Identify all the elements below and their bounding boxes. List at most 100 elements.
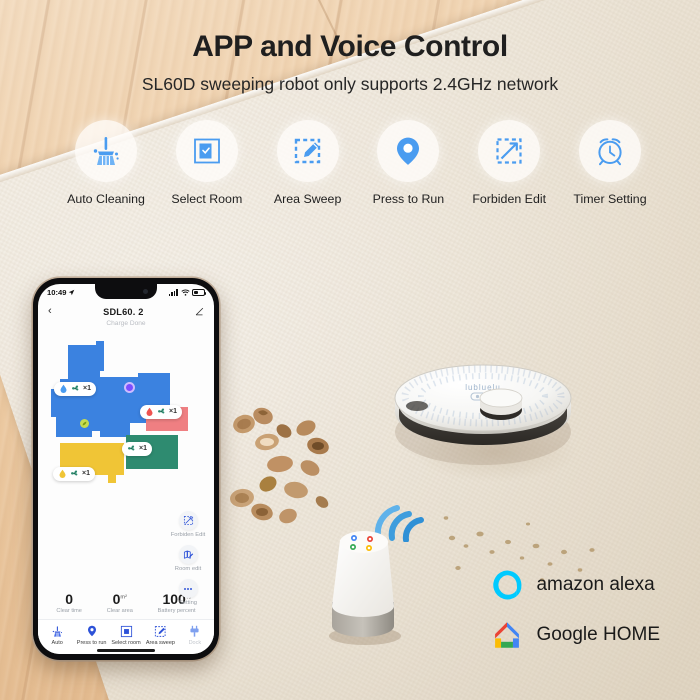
- feature-timer-setting[interactable]: Timer Setting: [562, 120, 658, 206]
- select-room-icon: [120, 625, 132, 637]
- nav-icon-wrap: [40, 624, 74, 639]
- page-title: APP and Voice Control: [192, 30, 508, 63]
- nav-item-dock[interactable]: Dock: [178, 624, 212, 646]
- charge-status: Charge Done: [106, 320, 146, 327]
- nav-label: Dock: [188, 640, 202, 646]
- select-room-icon: [193, 138, 220, 164]
- nav-label: Area sweep: [145, 640, 175, 646]
- map-tools: Forbiden Edit Room edit Setting: [168, 511, 208, 613]
- room-badge[interactable]: ×1: [122, 442, 152, 456]
- google-home-logo: [495, 622, 520, 648]
- room-badge[interactable]: ×1: [140, 405, 182, 419]
- stat-value: 0: [65, 590, 74, 607]
- app-header: ‹ SDL60. 2: [38, 301, 214, 317]
- badge-count: ×1: [139, 445, 147, 453]
- area-sweep-icon: [294, 138, 320, 164]
- more-dots-icon: [184, 587, 192, 590]
- pencil-icon[interactable]: [195, 307, 204, 316]
- room-edit-icon: [183, 550, 193, 559]
- fan-icon: [128, 445, 135, 451]
- wifi-icon: [180, 289, 190, 296]
- google-home-speaker: [329, 531, 401, 645]
- feature-icon-wrap: [276, 120, 339, 182]
- walnut-group: [230, 407, 329, 524]
- bottom-nav: Auto Press to run Select room Area sweep…: [38, 618, 214, 654]
- stat-clear-time: 0 Clear time: [56, 592, 82, 614]
- feature-auto-cleaning[interactable]: Auto Cleaning: [58, 120, 154, 206]
- feature-icon-wrap: [478, 120, 541, 182]
- tool-setting[interactable]: Setting: [168, 579, 208, 606]
- back-button[interactable]: ‹: [48, 306, 52, 317]
- robot-position-marker: [124, 382, 135, 393]
- nav-item-area-sweep[interactable]: Area sweep: [143, 624, 177, 646]
- water-drop-icon: [60, 385, 67, 394]
- water-drop-red-icon: [146, 408, 153, 417]
- forbidden-edit-icon: [183, 515, 193, 526]
- room-badge[interactable]: ×1: [54, 382, 96, 396]
- nav-icon-wrap: [143, 624, 177, 639]
- stat-value: 0m²: [112, 590, 127, 607]
- forbidden-edit-icon: [496, 138, 522, 164]
- signal-icon: [168, 289, 178, 296]
- location-arrow-icon: [69, 289, 75, 296]
- page-subtitle: SL60D sweeping robot only supports 2.4GH…: [141, 74, 559, 94]
- device-name: SDL60. 2: [103, 306, 144, 317]
- feature-icon-wrap: [377, 120, 440, 182]
- stat-label: Clear time: [56, 607, 82, 614]
- phone-mockup: 10:49 ‹ SDL60. 2 Charge Done ×1 ×1 ×1 ×1…: [33, 278, 219, 660]
- leaf-icon: [82, 421, 87, 426]
- stat-label: Clear area: [106, 607, 133, 614]
- dock-marker: [80, 419, 89, 428]
- nav-item-auto[interactable]: Auto: [40, 624, 74, 646]
- feature-forbiden-edit[interactable]: Forbiden Edit: [461, 120, 557, 206]
- home-indicator: [97, 648, 155, 652]
- voice-assistant-brands: amazon alexa Google HOME: [490, 568, 660, 652]
- nav-label: Select room: [111, 640, 141, 646]
- nav-icon-wrap: [74, 624, 108, 639]
- badge-count: ×1: [83, 385, 91, 393]
- scattered-walnuts: [230, 407, 329, 524]
- feature-select-room[interactable]: Select Room: [159, 120, 255, 206]
- brand-label: amazon alexa: [536, 574, 655, 595]
- nav-label: Press to run: [76, 640, 107, 646]
- area-sweep-icon: [154, 625, 166, 637]
- tool-label: Setting: [178, 600, 198, 606]
- feature-label: Area Sweep: [273, 192, 342, 206]
- feature-icon-wrap: [578, 120, 641, 182]
- feature-label: Select Room: [171, 192, 243, 206]
- badge-count: ×1: [82, 470, 90, 478]
- feature-label: Auto Cleaning: [67, 192, 145, 206]
- battery-icon: [192, 289, 207, 296]
- nav-icon-wrap: [178, 624, 212, 639]
- tool-room-edit[interactable]: Room edit: [168, 545, 208, 572]
- phone-screen: 10:49 ‹ SDL60. 2 Charge Done ×1 ×1 ×1 ×1…: [38, 284, 214, 654]
- location-pin-icon: [87, 625, 96, 637]
- front-camera-icon: [143, 289, 148, 294]
- feature-press-to-run[interactable]: Press to Run: [360, 120, 456, 206]
- feature-area-sweep[interactable]: Area Sweep: [260, 120, 356, 206]
- robot-vacuum: lubluelu: [394, 364, 577, 482]
- room-badge[interactable]: ×1: [53, 467, 95, 481]
- tool-button: [178, 511, 198, 530]
- brand-google-home: Google HOME: [490, 618, 660, 652]
- floor-map[interactable]: ×1 ×1 ×1 ×1 Forbiden Edit Room edit Sett…: [38, 327, 214, 606]
- tool-button: [178, 579, 198, 598]
- alexa-logo: [493, 570, 522, 600]
- brand-label: Google HOME: [536, 624, 660, 645]
- fan-icon: [71, 470, 78, 476]
- nav-item-press-to-run[interactable]: Press to run: [74, 624, 108, 646]
- tool-button: [178, 545, 198, 564]
- tool-forbiden-edit[interactable]: Forbiden Edit: [168, 511, 208, 538]
- feature-label: Timer Setting: [573, 192, 647, 206]
- nav-icon-wrap: [109, 624, 143, 639]
- brand-amazon-alexa: amazon alexa: [490, 568, 660, 602]
- side-sensor: [406, 401, 428, 411]
- tool-label: Forbiden Edit: [170, 532, 206, 538]
- stat-unit: m²: [120, 593, 127, 600]
- feature-icon-wrap: [75, 120, 137, 182]
- stat-clear-area: 0m² Clear area: [107, 592, 133, 614]
- nav-item-select-room[interactable]: Select room: [109, 624, 143, 646]
- tool-label: Room edit: [174, 566, 202, 572]
- alarm-clock-icon: [598, 138, 622, 166]
- fan-icon: [158, 408, 165, 414]
